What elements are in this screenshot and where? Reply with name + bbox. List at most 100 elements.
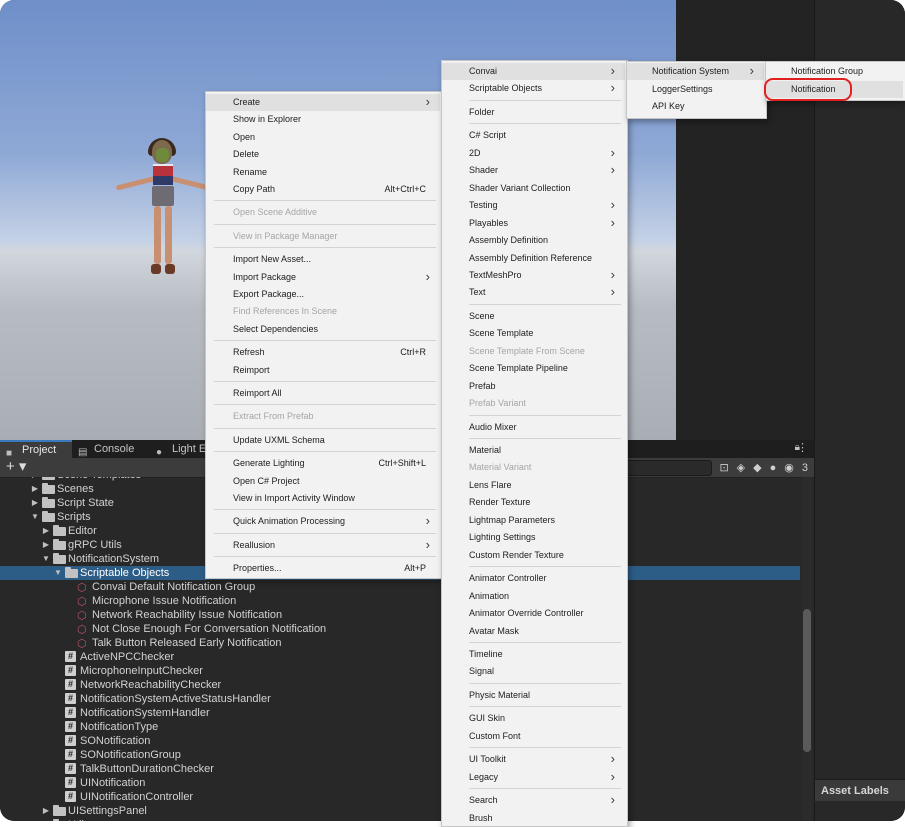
- menu-item-update-uxml-schema[interactable]: Update UXML Schema: [206, 432, 440, 449]
- menu-item-scriptable-objects[interactable]: Scriptable Objects ›: [442, 80, 625, 97]
- menu-item-shader[interactable]: Shader ›: [442, 162, 625, 179]
- menu-item-animation[interactable]: Animation: [442, 588, 625, 605]
- menu-item-lens-flare[interactable]: Lens Flare: [442, 477, 625, 494]
- menu-item-open[interactable]: Open: [206, 129, 440, 146]
- script-file-row[interactable]: # SONotification: [0, 734, 800, 748]
- project-scrollbar[interactable]: [802, 477, 812, 821]
- menu-item-gui-skin[interactable]: GUI Skin: [442, 710, 625, 727]
- script-file-row[interactable]: # NotificationSystemActiveStatusHandler: [0, 692, 800, 706]
- menu-item-material[interactable]: Material: [442, 442, 625, 459]
- warning-icon[interactable]: ●: [770, 462, 777, 474]
- search-by-type-icon[interactable]: ⊡: [719, 461, 728, 474]
- collapse-arrow-icon[interactable]: ▶: [41, 538, 51, 552]
- menu-item-scene[interactable]: Scene: [442, 308, 625, 325]
- menu-item-legacy[interactable]: Legacy ›: [442, 769, 625, 786]
- collapse-arrow-icon[interactable]: ▶: [30, 482, 40, 496]
- asset-file-row[interactable]: ⬡ Talk Button Released Early Notification: [0, 636, 800, 650]
- menu-item-physic-material[interactable]: Physic Material: [442, 687, 625, 704]
- menu-item-brush[interactable]: Brush: [442, 810, 625, 827]
- collapse-arrow-icon[interactable]: ▶: [41, 524, 51, 538]
- menu-item-delete[interactable]: Delete: [206, 146, 440, 163]
- script-file-row[interactable]: # NotificationType: [0, 720, 800, 734]
- asset-file-row[interactable]: ⬡ Microphone Issue Notification: [0, 594, 800, 608]
- menu-item-quick-animation-processing[interactable]: Quick Animation Processing ›: [206, 513, 440, 530]
- script-file-row[interactable]: # TalkButtonDurationChecker: [0, 762, 800, 776]
- menu-item-text[interactable]: Text ›: [442, 284, 625, 301]
- menu-item-c-script[interactable]: C# Script: [442, 127, 625, 144]
- more-options-icon[interactable]: ⋮: [797, 441, 808, 454]
- menu-item-show-in-explorer[interactable]: Show in Explorer: [206, 111, 440, 128]
- menu-item-reallusion[interactable]: Reallusion ›: [206, 537, 440, 554]
- menu-item-api-key[interactable]: API Key: [627, 98, 764, 115]
- expand-arrow-icon[interactable]: ▼: [30, 510, 40, 524]
- menu-item-rename[interactable]: Rename: [206, 164, 440, 181]
- search-input[interactable]: [622, 460, 712, 476]
- expand-arrow-icon[interactable]: ▼: [53, 566, 63, 580]
- menu-item-render-texture[interactable]: Render Texture: [442, 494, 625, 511]
- menu-item-search[interactable]: Search ›: [442, 792, 625, 809]
- menu-item-testing[interactable]: Testing ›: [442, 197, 625, 214]
- menu-item-animator-controller[interactable]: Animator Controller: [442, 570, 625, 587]
- menu-item-custom-render-texture[interactable]: Custom Render Texture: [442, 547, 625, 564]
- menu-item-avatar-mask[interactable]: Avatar Mask: [442, 623, 625, 640]
- menu-item-assembly-definition-reference[interactable]: Assembly Definition Reference: [442, 250, 625, 267]
- script-file-row[interactable]: # UINotification: [0, 776, 800, 790]
- menu-item-properties[interactable]: Properties... Alt+P: [206, 560, 440, 577]
- menu-item-copy-path[interactable]: Copy Path Alt+Ctrl+C: [206, 181, 440, 198]
- menu-item-open-c-project[interactable]: Open C# Project: [206, 473, 440, 490]
- menu-item-textmeshpro[interactable]: TextMeshPro ›: [442, 267, 625, 284]
- script-file-row[interactable]: # ActiveNPCChecker: [0, 650, 800, 664]
- tab-console[interactable]: ▤ Console: [72, 440, 154, 458]
- asset-file-row[interactable]: ⬡ Network Reachability Issue Notification: [0, 608, 800, 622]
- menu-item-playables[interactable]: Playables ›: [442, 215, 625, 232]
- menu-item-custom-font[interactable]: Custom Font: [442, 728, 625, 745]
- menu-item-animator-override-controller[interactable]: Animator Override Controller: [442, 605, 625, 622]
- menu-item-lightmap-parameters[interactable]: Lightmap Parameters: [442, 512, 625, 529]
- menu-item-import-package[interactable]: Import Package ›: [206, 269, 440, 286]
- asset-file-row[interactable]: ⬡ Not Close Enough For Conversation Notif…: [0, 622, 800, 636]
- folder-row[interactable]: ▶ UISettingsPanel: [0, 804, 800, 818]
- collapse-arrow-icon[interactable]: ▶: [30, 496, 40, 510]
- menu-item-refresh[interactable]: Refresh Ctrl+R: [206, 344, 440, 361]
- menu-item-scene-template[interactable]: Scene Template: [442, 325, 625, 342]
- menu-item-ui-toolkit[interactable]: UI Toolkit ›: [442, 751, 625, 768]
- script-file-row[interactable]: # UINotificationController: [0, 790, 800, 804]
- menu-item-export-package[interactable]: Export Package...: [206, 286, 440, 303]
- menu-item-notification[interactable]: Notification: [764, 77, 903, 101]
- menu-item-select-dependencies[interactable]: Select Dependencies: [206, 321, 440, 338]
- menu-item-timeline[interactable]: Timeline: [442, 646, 625, 663]
- script-file-row[interactable]: # NotificationSystemHandler: [0, 706, 800, 720]
- search-by-label-icon[interactable]: ◈: [737, 461, 745, 474]
- menu-item-convai[interactable]: Convai ›: [442, 63, 625, 80]
- character-model[interactable]: [115, 138, 211, 280]
- create-dropdown-button[interactable]: + ▾: [6, 458, 26, 476]
- menu-item-signal[interactable]: Signal: [442, 663, 625, 680]
- menu-item-loggersettings[interactable]: LoggerSettings: [627, 81, 764, 98]
- menu-item-lighting-settings[interactable]: Lighting Settings: [442, 529, 625, 546]
- menu-item-audio-mixer[interactable]: Audio Mixer: [442, 419, 625, 436]
- script-file-row[interactable]: # SONotificationGroup: [0, 748, 800, 762]
- asset-labels-header[interactable]: Asset Labels: [815, 779, 905, 801]
- script-file-row[interactable]: # MicrophoneInputChecker: [0, 664, 800, 678]
- menu-item-prefab[interactable]: Prefab: [442, 378, 625, 395]
- menu-item-2d[interactable]: 2D ›: [442, 145, 625, 162]
- menu-item-notification-system[interactable]: Notification System ›: [627, 63, 764, 80]
- menu-item-shader-variant-collection[interactable]: Shader Variant Collection: [442, 180, 625, 197]
- menu-item-assembly-definition[interactable]: Assembly Definition: [442, 232, 625, 249]
- collapse-arrow-icon[interactable]: ▶: [41, 804, 51, 818]
- hidden-packages-icon[interactable]: ◉: [784, 461, 794, 474]
- asset-file-row[interactable]: ⬡ Convai Default Notification Group: [0, 580, 800, 594]
- menu-item-view-in-import-activity-window[interactable]: View in Import Activity Window: [206, 490, 440, 507]
- menu-item-create[interactable]: Create ›: [206, 94, 440, 111]
- menu-item-scene-template-pipeline[interactable]: Scene Template Pipeline: [442, 360, 625, 377]
- tag-icon[interactable]: ◆: [753, 461, 761, 474]
- scrollbar-thumb[interactable]: [803, 609, 811, 752]
- menu-item-reimport-all[interactable]: Reimport All: [206, 385, 440, 402]
- menu-item-folder[interactable]: Folder: [442, 104, 625, 121]
- tab-project[interactable]: ■ Project: [0, 440, 72, 459]
- expand-arrow-icon[interactable]: ▼: [41, 552, 51, 566]
- script-file-row[interactable]: # NetworkReachabilityChecker: [0, 678, 800, 692]
- menu-item-reimport[interactable]: Reimport: [206, 362, 440, 379]
- menu-item-generate-lighting[interactable]: Generate Lighting Ctrl+Shift+L: [206, 455, 440, 472]
- menu-item-import-new-asset[interactable]: Import New Asset...: [206, 251, 440, 268]
